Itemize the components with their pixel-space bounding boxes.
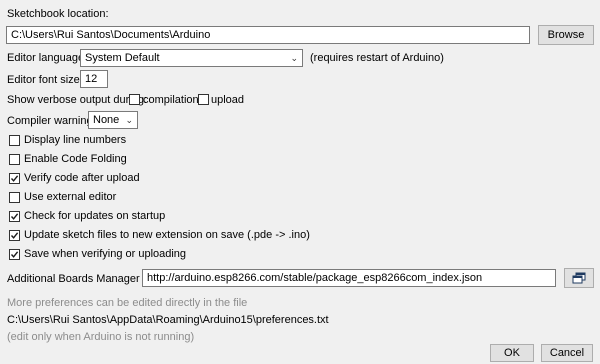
ok-button[interactable]: OK	[490, 344, 534, 362]
option-checkbox[interactable]	[9, 192, 20, 203]
option-label: Use external editor	[24, 191, 117, 203]
verbose-compilation-label: compilation	[143, 94, 199, 106]
option-checkbox[interactable]	[9, 211, 20, 222]
font-size-label: Editor font size:	[7, 74, 83, 86]
editor-language-value: System Default	[85, 52, 160, 64]
editor-language-select[interactable]: System Default ⌄	[80, 49, 303, 67]
option-label: Enable Code Folding	[24, 153, 127, 165]
verbose-compilation-checkbox[interactable]	[129, 94, 140, 105]
edit-note-text: (edit only when Arduino is not running)	[7, 331, 195, 343]
option-checkbox[interactable]	[9, 230, 20, 241]
chevron-down-icon: ⌄	[290, 53, 298, 63]
option-label: Save when verifying or uploading	[24, 248, 187, 260]
editor-language-label: Editor language:	[7, 52, 88, 64]
windows-icon	[572, 272, 586, 284]
verbose-output-label: Show verbose output during:	[7, 94, 148, 106]
cancel-button[interactable]: Cancel	[541, 344, 593, 362]
compiler-warnings-select[interactable]: None ⌄	[88, 111, 138, 129]
verbose-upload-label: upload	[211, 94, 245, 106]
option-checkbox[interactable]	[9, 173, 20, 184]
preferences-file-path[interactable]: C:\Users\Rui Santos\AppData\Roaming\Ardu…	[7, 313, 329, 327]
sketchbook-label: Sketchbook location:	[7, 8, 109, 20]
sketchbook-path-input[interactable]: C:\Users\Rui Santos\Documents\Arduino	[6, 26, 530, 44]
compiler-warnings-value: None	[93, 114, 120, 126]
option-label: Update sketch files to new extension on …	[24, 229, 310, 241]
option-checkbox[interactable]	[9, 135, 20, 146]
chevron-down-icon: ⌄	[125, 115, 133, 125]
font-size-input[interactable]: 12	[80, 70, 108, 88]
option-checkbox[interactable]	[9, 249, 20, 260]
option-label: Check for updates on startup	[24, 210, 166, 222]
more-preferences-text: More preferences can be edited directly …	[7, 297, 248, 309]
open-url-list-button[interactable]	[564, 268, 594, 288]
option-label: Verify code after upload	[24, 172, 140, 184]
option-checkbox[interactable]	[9, 154, 20, 165]
boards-manager-url-input[interactable]: http://arduino.esp8266.com/stable/packag…	[142, 269, 556, 287]
browse-button[interactable]: Browse	[538, 25, 594, 45]
editor-language-note: (requires restart of Arduino)	[310, 52, 444, 64]
option-label: Display line numbers	[24, 134, 127, 146]
verbose-upload-checkbox[interactable]	[198, 94, 209, 105]
